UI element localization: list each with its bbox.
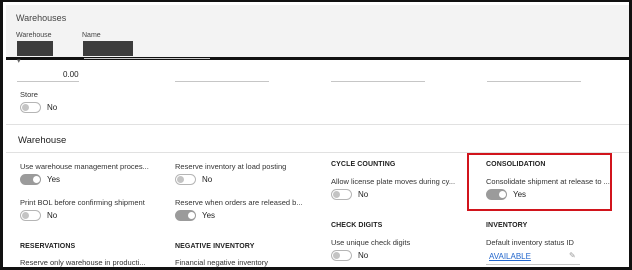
print-bol-label: Print BOL before confirming shipment [20, 198, 145, 207]
reserve-inv-value: No [202, 175, 213, 184]
reserve-inv-toggle[interactable] [175, 174, 196, 185]
negative-inventory-heading: NEGATIVE INVENTORY [175, 243, 255, 250]
amount-field-underline [17, 81, 79, 82]
reserve-released-value: Yes [202, 211, 216, 220]
check-digits-heading: CHECK DIGITS [331, 222, 383, 229]
toggle-knob [188, 212, 195, 219]
edit-icon[interactable]: ✎ [569, 251, 576, 260]
toggle-knob [177, 176, 184, 183]
allow-lp-value: No [358, 190, 369, 199]
name-field-value[interactable] [83, 41, 133, 56]
unique-check-toggle[interactable] [331, 250, 352, 261]
page-title: Warehouses [16, 13, 67, 23]
consolidation-heading: CONSOLIDATION [486, 161, 546, 168]
consolidate-toggle[interactable] [486, 189, 507, 200]
financial-negative-label: Financial negative inventory [175, 258, 268, 267]
section-divider [6, 124, 629, 125]
field-underline-2[interactable] [175, 81, 269, 82]
print-bol-toggle[interactable] [20, 210, 41, 221]
app-frame: Warehouses Warehouse Name ▾ 0.00 Store N… [0, 0, 632, 270]
field-underline-3[interactable] [331, 81, 425, 82]
toggle-knob [499, 191, 506, 198]
print-bol-value: No [47, 211, 58, 220]
name-field-label: Name [82, 32, 101, 39]
reserve-inv-label: Reserve inventory at load posting [175, 162, 287, 171]
store-label: Store [20, 90, 38, 99]
unique-check-label: Use unique check digits [331, 238, 411, 247]
warehouse-field-label: Warehouse [16, 32, 52, 39]
toggle-knob [33, 176, 40, 183]
reserve-released-label: Reserve when orders are released b... [175, 198, 303, 207]
default-status-link[interactable]: AVAILABLE [489, 252, 531, 261]
page-header: Warehouses Warehouse Name [6, 5, 629, 60]
toggle-knob [22, 104, 29, 111]
default-status-underline [486, 264, 580, 265]
reserve-only-label: Reserve only warehouse in producti... [20, 258, 146, 267]
default-status-label: Default inventory status ID [486, 238, 574, 247]
cut-off-label: ▾ [17, 58, 21, 65]
use-wms-label: Use warehouse management proces... [20, 162, 149, 171]
use-wms-value: Yes [47, 175, 61, 184]
reserve-released-toggle[interactable] [175, 210, 196, 221]
consolidate-value: Yes [513, 190, 527, 199]
allow-lp-toggle[interactable] [331, 189, 352, 200]
warehouse-section-title[interactable]: Warehouse [18, 135, 66, 146]
amount-field[interactable]: 0.00 [63, 70, 79, 79]
inventory-heading: INVENTORY [486, 222, 528, 229]
use-wms-toggle[interactable] [20, 174, 41, 185]
field-underline-4[interactable] [487, 81, 581, 82]
consolidate-label: Consolidate shipment at release to ... [486, 177, 610, 186]
name-field-underline [84, 58, 210, 59]
warehouse-field-value[interactable] [17, 41, 53, 56]
toggle-knob [333, 191, 340, 198]
unique-check-value: No [358, 251, 369, 260]
toggle-knob [333, 252, 340, 259]
cycle-counting-heading: CYCLE COUNTING [331, 161, 396, 168]
toggle-knob [22, 212, 29, 219]
store-toggle-value: No [47, 103, 58, 112]
store-toggle[interactable] [20, 102, 41, 113]
allow-lp-label: Allow license plate moves during cy... [331, 177, 456, 186]
reservations-heading: RESERVATIONS [20, 243, 76, 250]
